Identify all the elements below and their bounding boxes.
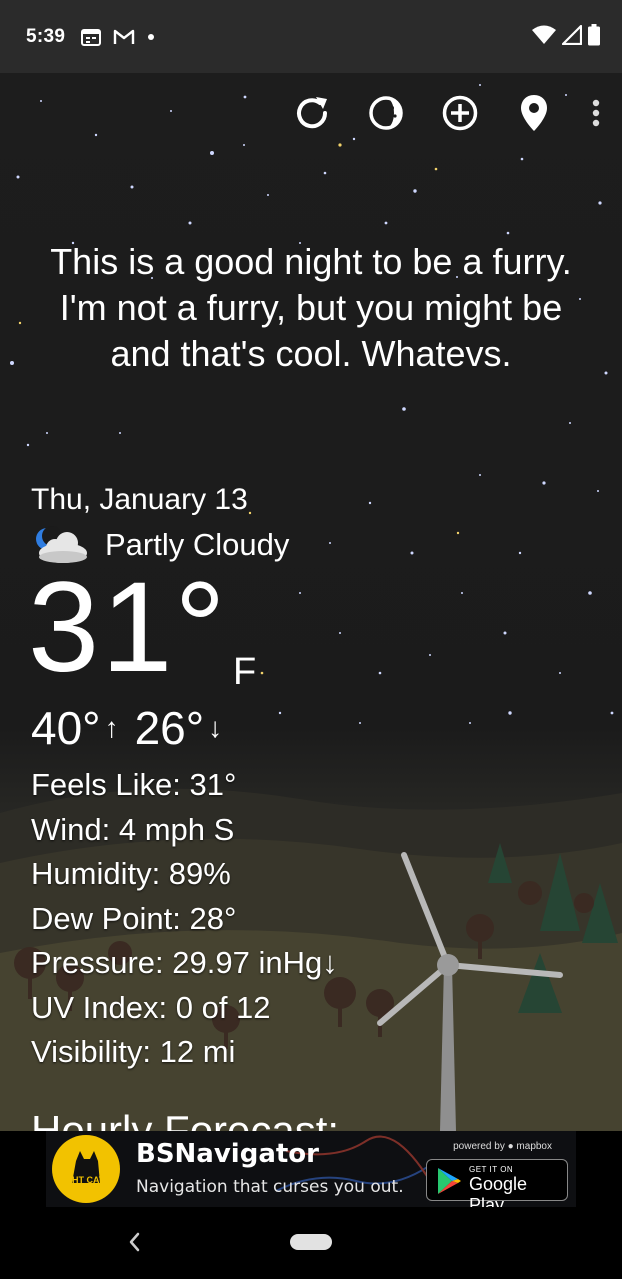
ad-banner-container: NIGHT CAT BSNavigator Navigation that cu…	[0, 1131, 622, 1207]
pressure: Pressure: 29.97 inHg↓	[31, 945, 338, 980]
calendar-icon	[81, 28, 102, 46]
battery-icon	[588, 24, 600, 46]
location-pin-icon	[521, 95, 547, 131]
back-icon[interactable]	[126, 1229, 144, 1255]
low-temp: 26°	[134, 702, 205, 754]
uv-index: UV Index: 0 of 12	[31, 989, 271, 1025]
more-options-button[interactable]	[590, 95, 602, 131]
google-play-text: Google Play	[469, 1174, 528, 1207]
weather-quote: This is a good night to be a furry. I'm …	[50, 241, 572, 374]
status-bar: 5:39	[0, 0, 622, 73]
weather-details: Feels Like: 31° Wind: 4 mph S Humidity: …	[31, 763, 338, 1075]
current-date: Thu, January 13	[31, 483, 248, 516]
refresh-icon	[297, 97, 328, 129]
more-vert-icon	[592, 99, 600, 127]
system-nav-bar	[0, 1207, 622, 1279]
dew-point: Dew Point: 28°	[31, 900, 237, 936]
home-pill[interactable]	[290, 1234, 332, 1250]
high-low-temps: 40° ↑ 26° ↓	[31, 701, 234, 755]
dot-icon	[148, 33, 155, 40]
temperature-unit: F	[233, 651, 257, 693]
top-toolbar	[294, 95, 602, 131]
ad-subtitle: Navigation that curses you out.	[136, 1177, 404, 1197]
feels-like: Feels Like: 31°	[31, 767, 237, 802]
moon-phase-button[interactable]	[368, 95, 404, 131]
google-play-small-text: GET IT ON	[469, 1165, 514, 1174]
moon-phase-icon	[369, 96, 403, 130]
ad-title: BSNavigator	[136, 1139, 319, 1169]
wifi-icon	[532, 25, 556, 44]
location-button[interactable]	[516, 95, 552, 131]
add-location-icon	[442, 95, 478, 131]
low-arrow-icon: ↓	[208, 712, 223, 743]
high-temp: 40°	[31, 702, 101, 754]
status-system-icons	[532, 24, 600, 46]
gmail-icon	[114, 29, 135, 44]
current-temperature: 31°	[28, 556, 228, 699]
add-location-button[interactable]	[442, 95, 478, 131]
google-play-badge[interactable]: GET IT ON Google Play	[426, 1159, 568, 1207]
status-time: 5:39	[26, 25, 66, 47]
ad-banner[interactable]: NIGHT CAT BSNavigator Navigation that cu…	[46, 1131, 576, 1207]
high-arrow-icon: ↑	[104, 712, 119, 743]
humidity: Humidity: 89%	[31, 856, 231, 891]
ad-brand: NIGHT CAT	[56, 1175, 105, 1185]
wind: Wind: 4 mph S	[31, 811, 235, 847]
google-play-icon	[438, 1168, 461, 1194]
visibility: Visibility: 12 mi	[31, 1034, 236, 1069]
ad-powered-by: powered by ● mapbox	[453, 1141, 552, 1152]
ad-logo-icon	[52, 1135, 120, 1203]
status-notifications	[81, 28, 155, 46]
refresh-button[interactable]	[294, 95, 330, 131]
hourly-forecast-title: Hourly Forecast:	[31, 1107, 340, 1131]
signal-icon	[562, 25, 582, 45]
weather-background: This is a good night to be a furry. I'm …	[0, 73, 622, 1131]
